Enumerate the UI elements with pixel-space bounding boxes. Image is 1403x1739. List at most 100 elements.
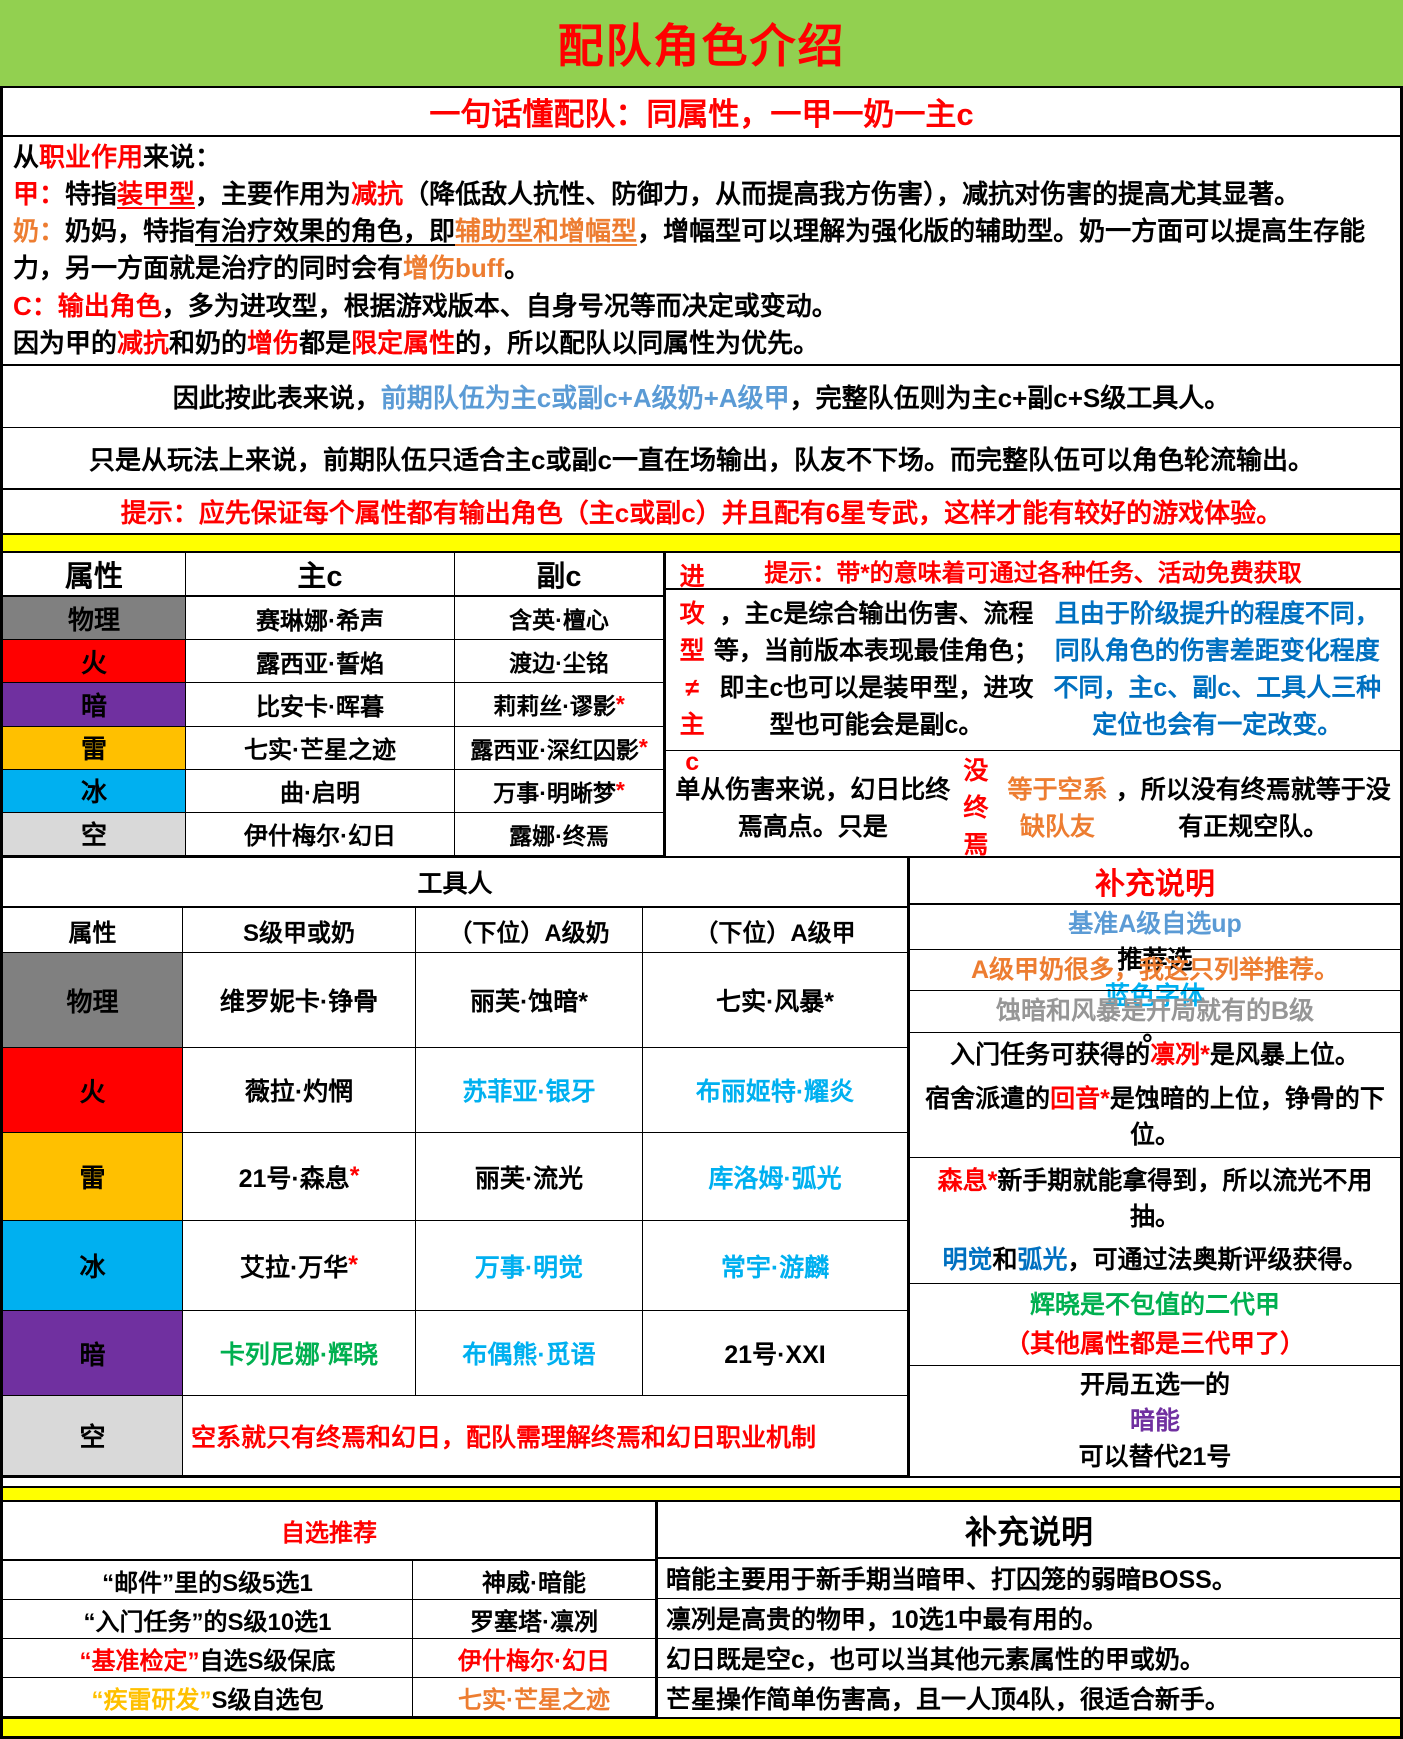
attr-cell-dark: 暗	[3, 1311, 183, 1396]
attr-cell-ice: 冰	[3, 1221, 183, 1311]
text-segment: （其他属性都是三代甲了）	[1004, 1330, 1305, 1359]
text-segment: “邮件”里的S级5选1	[102, 1569, 313, 1597]
role-cell: 布丽姬特·耀炎	[643, 1048, 907, 1133]
role-cell: 艾拉·万华 *	[183, 1221, 416, 1311]
text-segment: *	[615, 777, 625, 804]
column-header-subc: 副c	[455, 553, 663, 597]
tools-table: 工具人 属性 S级甲或奶 （下位）A级奶 （下位）A级甲 物理 维罗妮卡·铮骨 …	[3, 858, 1400, 1478]
text-segment: ，主c是综合输出伤害、流程等，当前版本表现最佳角色；即主c也可以是装甲型，进攻型…	[713, 600, 1039, 739]
role-cell: 库洛姆·弧光	[643, 1133, 907, 1221]
text-segment: 都是	[299, 327, 352, 358]
text-segment: *	[638, 734, 648, 761]
text-segment: 蚀暗和风暴是开局就有的B级	[995, 997, 1315, 1026]
reward-cell: 七实·芒星之迹	[413, 1678, 655, 1717]
text-segment: 奶：	[13, 216, 66, 247]
text-segment: 艾拉·万华	[239, 1253, 349, 1282]
attr-cell-void: 空	[3, 812, 186, 856]
text-segment: 宿舍派遣的	[925, 1084, 1051, 1113]
side-panel-title: 补充说明	[910, 858, 1400, 906]
text-segment: 回音*	[1050, 1084, 1110, 1113]
text-segment: 卡列尼娜·辉晓	[219, 1341, 379, 1369]
text-segment: 奶妈，特指	[65, 216, 196, 247]
role-cell: 布偶熊·觅语	[416, 1311, 643, 1396]
text-segment: 单从伤害来说，幻日比终焉高点。只是	[675, 775, 951, 841]
subheader-a-tank: （下位）A级甲	[643, 908, 907, 953]
text-segment: 前期队伍为主c或副c+A级奶+A级甲	[380, 383, 790, 413]
subheader-s-rank: S级甲或奶	[183, 908, 416, 953]
intro-carry: C：输出角色，多为进攻型，根据游戏版本、自身号况等而决定或变动。	[13, 288, 1390, 325]
role-cell: 维罗妮卡·铮骨	[183, 953, 416, 1048]
sub-c-cell: 渡边·尘铭	[455, 640, 663, 684]
text-segment: 常宇·游麟	[720, 1253, 830, 1282]
intro-lead: 从职业作用来说：	[13, 139, 1390, 176]
text-segment: “基准检定”	[79, 1647, 200, 1675]
tools-table-grid: 工具人 属性 S级甲或奶 （下位）A级奶 （下位）A级甲 物理 维罗妮卡·铮骨 …	[3, 858, 907, 1476]
side-cell-b-rank: 蚀暗和风暴是开局就有的B级	[910, 991, 1400, 1033]
role-cell: 丽芙·流光	[416, 1133, 643, 1221]
role-cell: 21号·森息 *	[183, 1133, 416, 1221]
main-c-cell: 露西亚·誓焰	[186, 640, 455, 684]
side-cell-gen2-armor: 辉晓是不包值的二代甲 （其他属性都是三代甲了）	[910, 1284, 1400, 1366]
text-segment: 减抗	[351, 179, 404, 210]
side-cell-dark-energy: 开局五选一的 暗能可以替代21号	[910, 1366, 1400, 1476]
side-note-main: 进攻型≠主c ，主c是综合输出伤害、流程等，当前版本表现最佳角色；即主c也可以是装…	[666, 563, 1400, 776]
text-segment: 限定属性	[351, 327, 456, 358]
text-segment: 21号·XXI	[724, 1341, 826, 1369]
text-segment: 是风暴上位。	[1209, 1041, 1360, 1070]
text-segment: 比安卡·晖暮	[256, 693, 384, 721]
text-segment: 开局五选一的	[1079, 1371, 1230, 1399]
text-segment: *	[615, 690, 625, 717]
text-segment: 没终焉	[963, 757, 989, 859]
text-segment: 因此按此表来说，	[172, 383, 381, 413]
yellow-divider-middle	[3, 1486, 1400, 1502]
bottom-note-row: 凛冽是高贵的物甲，10选1中最有用的。	[658, 1599, 1400, 1639]
tools-side-panel: 补充说明 基准A级自选up 推荐选 蓝色字体。 A级甲奶很多，我这只列举推荐。 蚀暗…	[907, 858, 1400, 1476]
subheader-attr: 属性	[3, 908, 183, 953]
subtitle-text: 一句话懂配队：同属性，一甲一奶一主c	[429, 97, 974, 132]
role-cell: 七实·风暴*	[643, 953, 907, 1048]
text-segment: 是蚀暗的上位，铮骨的下位。	[1109, 1084, 1385, 1149]
text-segment: 且由于阶级提升的程度不同，同队角色的伤害差距变化程度不同，主c、副c、工具人三种…	[1053, 600, 1382, 739]
text-segment: 森息*	[937, 1166, 998, 1195]
text-segment: 可以替代21号	[1078, 1443, 1232, 1471]
sub-c-cell: 含英·檀心	[455, 597, 663, 641]
text-segment: 特指	[65, 179, 118, 210]
text-segment: 七实·芒星之迹	[244, 737, 396, 765]
text-segment: 减抗	[117, 327, 170, 358]
bottom-notes-title: 补充说明	[658, 1502, 1400, 1559]
white-gap	[3, 1478, 1400, 1486]
side-cell-free-units: 森息*新手期就能拿得到，所以流光不用抽。 明觉和弧光，可通过法奥斯评级获得。	[910, 1158, 1400, 1284]
text-segment: 因为甲的	[13, 327, 118, 358]
main-c-cell: 伊什梅尔·幻日	[186, 812, 455, 856]
text-segment: 职业作用	[39, 142, 144, 173]
text-segment: 布丽姬特·耀炎	[695, 1078, 855, 1106]
intro-because: 因为甲的减抗和奶的增伤都是限定属性的，所以配队以同属性为优先。	[13, 325, 1390, 362]
role-cell: 薇拉·灼惘	[183, 1048, 416, 1133]
text-segment: 暗能	[1129, 1407, 1180, 1435]
bottom-notes-table: 补充说明 暗能主要用于新手期当暗甲、打囚笼的弱暗BOSS。 凛冽是高贵的物甲，1…	[655, 1502, 1400, 1717]
tools-title: 工具人	[3, 858, 907, 908]
carry-table: 属性 主c 副c 物理 赛琳娜·希声 含英·檀心 火 露西亚·誓焰 渡边·尘铭 …	[3, 553, 1400, 859]
text-segment: 明觉	[942, 1246, 993, 1275]
attr-cell-phys: 物理	[3, 597, 186, 641]
side-note-void: 单从伤害来说，幻日比终焉高点。只是 没终焉 等于空系缺队友 ，所以没有终焉就等于没有正…	[666, 751, 1400, 866]
text-segment: （降低敌人抗性、防御力，从而提高我方伤害），减抗对伤害的提高尤其显著。	[403, 179, 1301, 210]
column-header-mainc: 主c	[186, 553, 455, 597]
intro-section: 从职业作用来说： 甲：特指装甲型，主要作用为减抗（降低敌人抗性、防御力，从而提高…	[3, 137, 1400, 366]
side-paragraph: 入门任务可获得的凛冽*是风暴上位。	[950, 1037, 1360, 1073]
text-segment: 露西亚·深红囚影	[470, 736, 639, 763]
side-paragraph: 辉晓是不包值的二代甲	[1030, 1287, 1280, 1323]
bottom-note-row: 幻日既是空c，也可以当其他元素属性的甲或奶。	[658, 1639, 1400, 1679]
role-cell: 丽芙·蚀暗*	[416, 953, 643, 1048]
bottom-section: 自选推荐 “邮件”里的S级5选1 神威·暗能 “入门任务”的S级10选1 罗塞塔…	[3, 1502, 1400, 1719]
text-segment: 七实·芒星之迹	[458, 1686, 610, 1714]
text-segment: 丽芙·蚀暗*	[469, 988, 589, 1016]
sub-c-cell: 莉莉丝·谬影 *	[455, 683, 663, 727]
main-c-cell: 赛琳娜·希声	[186, 597, 455, 641]
text-segment: 。	[504, 253, 531, 284]
text-segment: 空系就只有终焉和幻日，配队需理解终焉和幻日职业机制	[191, 1423, 817, 1452]
tip-row: 提示：应先保证每个属性都有输出角色（主c或副c）并且配有6星专武，这样才能有较好…	[3, 490, 1400, 535]
text-segment: 和	[992, 1246, 1018, 1275]
intro-armor: 甲：特指装甲型，主要作用为减抗（降低敌人抗性、防御力，从而提高我方伤害），减抗对…	[13, 176, 1390, 213]
intro-healer: 奶：奶妈，特指有治疗效果的角色，即辅助型和增幅型，增幅型可以理解为强化版的辅助型…	[13, 213, 1390, 287]
